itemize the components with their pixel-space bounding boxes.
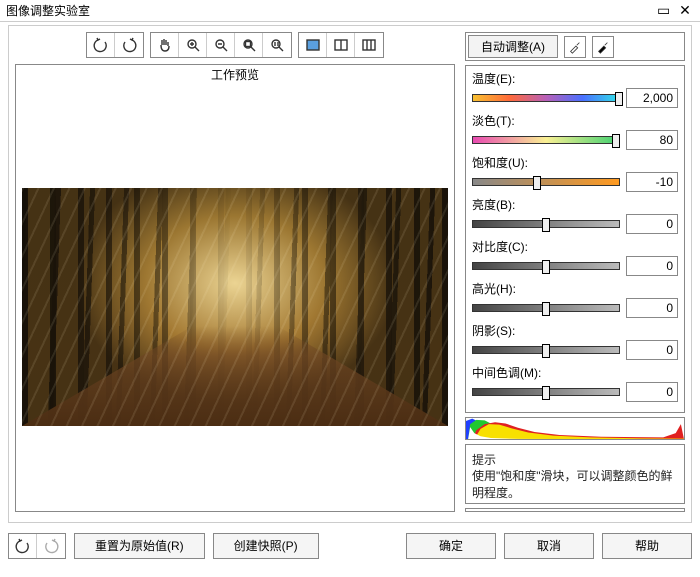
window-title: 图像调整实验室 bbox=[6, 2, 90, 19]
pan-icon[interactable] bbox=[151, 33, 179, 57]
rotate-right-icon[interactable] bbox=[115, 33, 143, 57]
slider-handle[interactable] bbox=[533, 176, 541, 190]
preview-image[interactable] bbox=[16, 84, 454, 511]
zoom-out-icon[interactable] bbox=[207, 33, 235, 57]
slider-value-input[interactable] bbox=[626, 172, 678, 192]
progress-strip bbox=[465, 508, 685, 512]
slider-handle[interactable] bbox=[542, 218, 550, 232]
slider-track[interactable] bbox=[472, 304, 620, 312]
slider-shadows: 阴影(S): bbox=[472, 322, 678, 360]
redo-icon[interactable] bbox=[37, 534, 65, 558]
slider-handle[interactable] bbox=[542, 344, 550, 358]
sliders-panel: 温度(E): 淡色(T): 饱和度(U): 亮度(B): 对比度(C): 高光(H): 阴影… bbox=[465, 65, 685, 413]
auto-adjust-button[interactable]: 自动调整(A) bbox=[468, 35, 558, 58]
slider-track[interactable] bbox=[472, 178, 620, 186]
slider-label: 饱和度(U): bbox=[472, 154, 678, 171]
cancel-button[interactable]: 取消 bbox=[504, 533, 594, 559]
undo-icon[interactable] bbox=[9, 534, 37, 558]
top-toolbar bbox=[15, 32, 455, 58]
maximize-icon[interactable]: ▭ bbox=[655, 3, 673, 17]
slider-contrast: 对比度(C): bbox=[472, 238, 678, 276]
hint-title: 提示 bbox=[472, 451, 678, 468]
slider-brightness: 亮度(B): bbox=[472, 196, 678, 234]
slider-handle[interactable] bbox=[542, 302, 550, 316]
close-icon[interactable]: ✕ bbox=[676, 3, 694, 17]
zoom-in-icon[interactable] bbox=[179, 33, 207, 57]
slider-saturation: 饱和度(U): bbox=[472, 154, 678, 192]
titlebar: 图像调整实验室 ▭ ✕ bbox=[0, 0, 700, 22]
zoom-100-icon[interactable] bbox=[263, 33, 291, 57]
slider-tint: 淡色(T): bbox=[472, 112, 678, 150]
slider-label: 亮度(B): bbox=[472, 196, 678, 213]
slider-track[interactable] bbox=[472, 136, 620, 144]
slider-value-input[interactable] bbox=[626, 214, 678, 234]
slider-highlights: 高光(H): bbox=[472, 280, 678, 318]
help-button[interactable]: 帮助 bbox=[602, 533, 692, 559]
slider-track[interactable] bbox=[472, 94, 620, 102]
slider-value-input[interactable] bbox=[626, 88, 678, 108]
slider-midtones: 中间色调(M): bbox=[472, 364, 678, 402]
slider-track[interactable] bbox=[472, 388, 620, 396]
slider-handle[interactable] bbox=[612, 134, 620, 148]
eyedropper-black-icon[interactable] bbox=[592, 36, 614, 58]
slider-value-input[interactable] bbox=[626, 256, 678, 276]
split-view-icon[interactable] bbox=[327, 33, 355, 57]
zoom-fit-icon[interactable] bbox=[235, 33, 263, 57]
single-view-icon[interactable] bbox=[299, 33, 327, 57]
slider-label: 高光(H): bbox=[472, 280, 678, 297]
slider-handle[interactable] bbox=[542, 260, 550, 274]
slider-value-input[interactable] bbox=[626, 340, 678, 360]
histogram bbox=[465, 417, 685, 440]
rotate-left-icon[interactable] bbox=[87, 33, 115, 57]
slider-handle[interactable] bbox=[615, 92, 623, 106]
preview-title: 工作预览 bbox=[16, 65, 454, 84]
slider-value-input[interactable] bbox=[626, 298, 678, 318]
snapshot-button[interactable]: 创建快照(P) bbox=[213, 533, 319, 559]
slider-value-input[interactable] bbox=[626, 130, 678, 150]
hint-panel: 提示 使用"饱和度"滑块，可以调整颜色的鲜明程度。 bbox=[465, 444, 685, 504]
slider-value-input[interactable] bbox=[626, 382, 678, 402]
slider-track[interactable] bbox=[472, 346, 620, 354]
slider-handle[interactable] bbox=[542, 386, 550, 400]
slider-track[interactable] bbox=[472, 262, 620, 270]
thumbnails-icon[interactable] bbox=[355, 33, 383, 57]
slider-label: 对比度(C): bbox=[472, 238, 678, 255]
hint-text: 使用"饱和度"滑块，可以调整颜色的鲜明程度。 bbox=[472, 468, 678, 502]
slider-label: 温度(E): bbox=[472, 70, 678, 87]
slider-label: 阴影(S): bbox=[472, 322, 678, 339]
reset-button[interactable]: 重置为原始值(R) bbox=[74, 533, 205, 559]
slider-label: 中间色调(M): bbox=[472, 364, 678, 381]
slider-track[interactable] bbox=[472, 220, 620, 228]
slider-temperature: 温度(E): bbox=[472, 70, 678, 108]
preview-panel: 工作预览 bbox=[15, 64, 455, 512]
slider-label: 淡色(T): bbox=[472, 112, 678, 129]
ok-button[interactable]: 确定 bbox=[406, 533, 496, 559]
eyedropper-white-icon[interactable] bbox=[564, 36, 586, 58]
